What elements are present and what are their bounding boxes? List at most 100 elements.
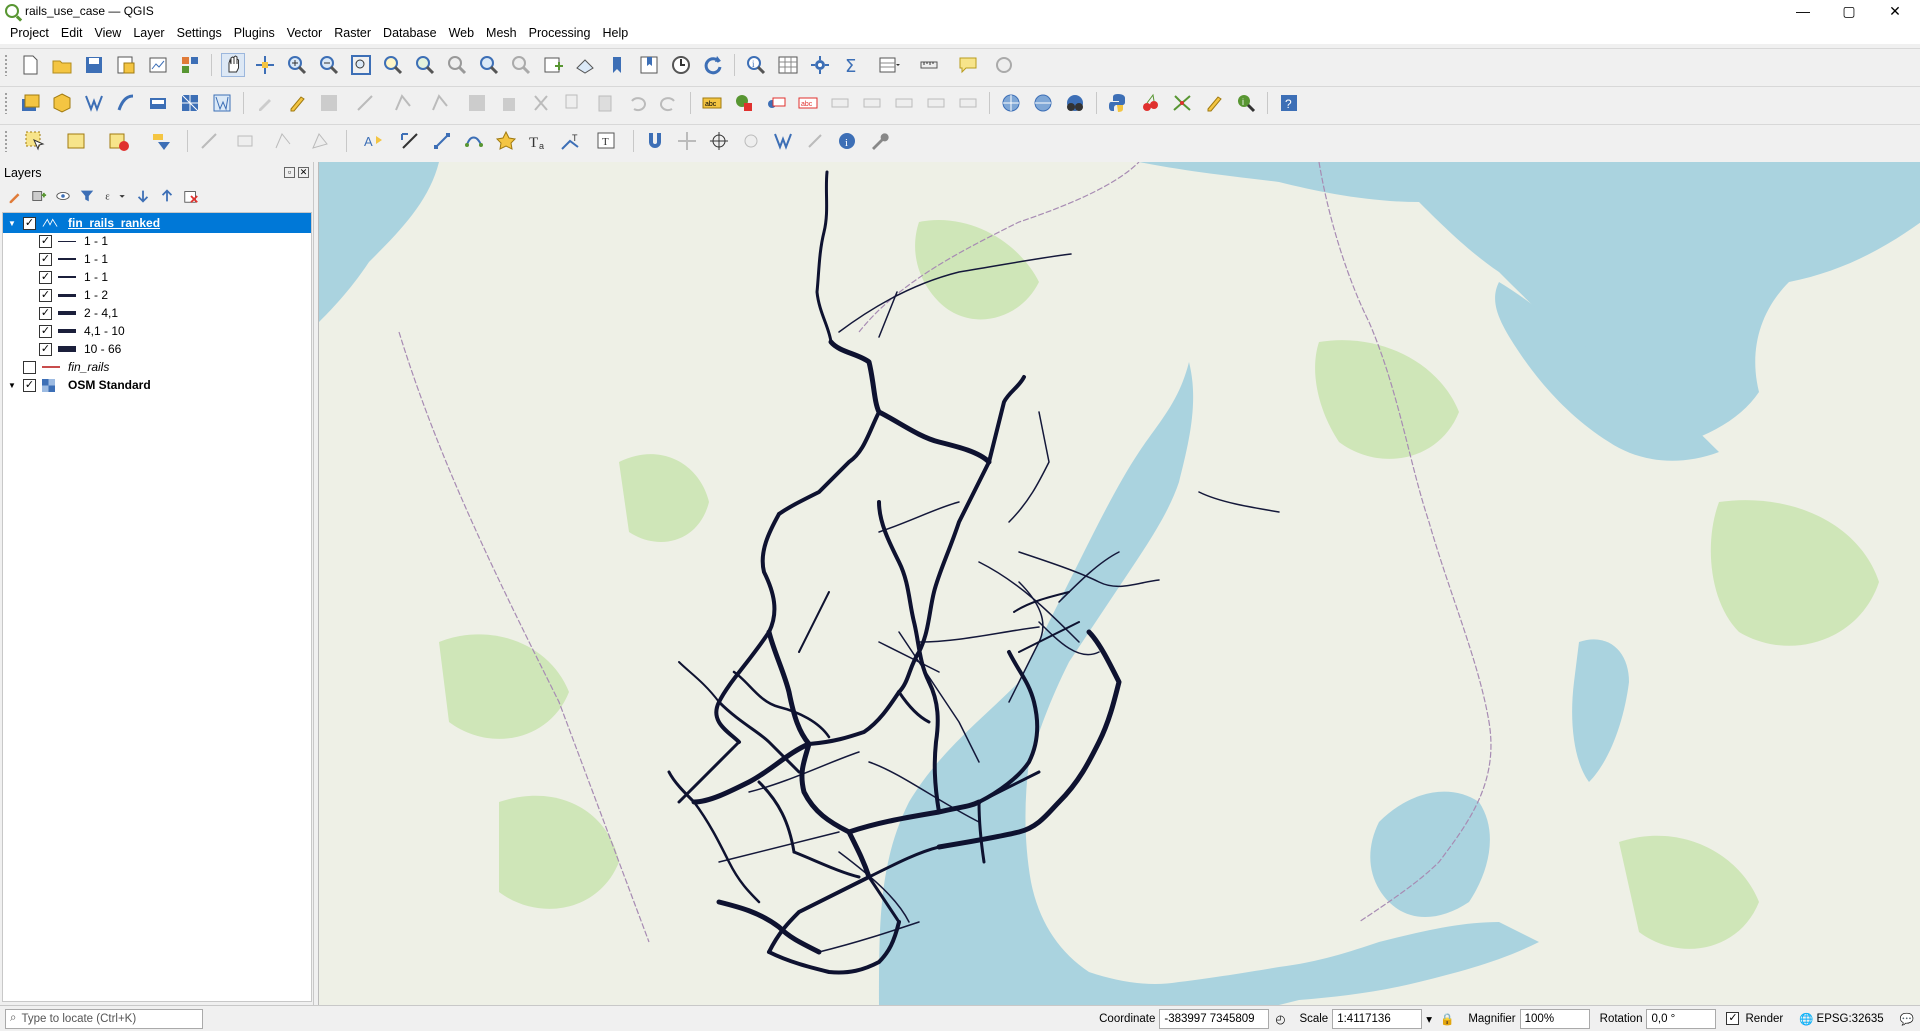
menu-web[interactable]: Web [443,26,480,40]
identify-features-icon[interactable]: i [744,53,768,77]
adv-simplify-icon[interactable] [271,129,295,153]
snapping-icon[interactable] [643,129,667,153]
change-label-icon[interactable] [956,91,980,115]
adv-node-icon[interactable] [739,129,763,153]
remove-layer-icon[interactable] [182,187,200,205]
select-location-icon[interactable] [144,129,178,153]
layer-osm-standard[interactable]: ▼ ✓ OSM Standard [3,375,311,395]
toggle-extents-icon[interactable]: ◴ [1275,1012,1285,1026]
adv-rotate-icon[interactable] [229,129,263,153]
style-manager-icon[interactable] [178,53,202,77]
pan-to-selection-icon[interactable] [253,53,277,77]
legend-class-item[interactable]: ✓ 2 - 4,1 [3,303,311,323]
save-project-icon[interactable] [82,53,106,77]
plugin-search-icon[interactable]: i [1234,91,1258,115]
layer-styling-icon[interactable] [6,187,24,205]
adv-digitize-icon[interactable] [197,129,221,153]
add-wfs-layer-icon[interactable] [1031,91,1055,115]
open-field-calculator-icon[interactable] [872,53,906,77]
adv-reshape-icon[interactable] [303,129,337,153]
add-polygon-icon[interactable] [462,129,486,153]
select-features-icon[interactable] [18,129,52,153]
layer-labeling-icon[interactable]: abc [700,91,724,115]
layer-visibility-checkbox[interactable]: ✓ [23,378,36,392]
delete-selected-icon[interactable] [497,91,521,115]
legend-class-item[interactable]: ✓ 10 - 66 [3,339,311,359]
add-group-icon[interactable] [30,187,48,205]
class-visibility-checkbox[interactable]: ✓ [39,306,52,320]
menu-raster[interactable]: Raster [328,26,377,40]
digitize-icon[interactable] [349,91,383,115]
new-print-layout-icon[interactable] [114,53,138,77]
menu-layer[interactable]: Layer [127,26,170,40]
legend-class-item[interactable]: ✓ 1 - 1 [3,249,311,269]
new-shapefile-layer-icon[interactable] [82,91,106,115]
new-spatialite-layer-icon[interactable] [114,91,138,115]
layout-manager-icon[interactable] [146,53,170,77]
settings-wrench-icon[interactable] [867,129,891,153]
legend-class-item[interactable]: ✓ 1 - 1 [3,267,311,287]
new-bookmark-icon[interactable] [605,53,629,77]
plugin-pen-icon[interactable] [1202,91,1226,115]
toolbar-handle[interactable] [4,53,8,76]
zoom-native-icon[interactable] [445,53,469,77]
lock-scale-icon[interactable]: 🔒 [1440,1012,1454,1026]
menu-plugins[interactable]: Plugins [228,26,281,40]
metasearch-icon[interactable] [1063,91,1087,115]
redo-icon[interactable] [657,91,681,115]
class-visibility-checkbox[interactable]: ✓ [39,252,52,266]
open-project-icon[interactable] [50,53,74,77]
text-annotation-icon[interactable]: T [590,129,624,153]
pin-labels-icon[interactable] [828,91,852,115]
zoom-full-icon[interactable] [349,53,373,77]
new-3d-view-icon[interactable] [573,53,597,77]
toggle-labels-icon[interactable]: abc [796,91,820,115]
menu-settings[interactable]: Settings [171,26,228,40]
menu-edit[interactable]: Edit [55,26,89,40]
adv-vertex-icon[interactable] [771,129,795,153]
scale-dropdown-icon[interactable]: ▾ [1426,1012,1432,1026]
class-visibility-checkbox[interactable]: ✓ [39,234,52,248]
modify-attributes-icon[interactable] [423,91,457,115]
layer-diagram-icon[interactable] [732,91,756,115]
zoom-to-layer-icon[interactable] [413,53,437,77]
refresh-icon[interactable] [701,53,725,77]
new-virtual-layer-icon[interactable] [146,91,170,115]
layer-fin-rails-ranked[interactable]: ▼ ✓ fin_rails_ranked [3,213,311,233]
collapse-all-icon[interactable] [158,187,176,205]
toggle-editing-icon[interactable] [285,91,309,115]
pan-map-icon[interactable] [221,52,245,77]
collapse-arrow-icon[interactable]: ▼ [7,219,17,228]
layer-visibility-checkbox[interactable] [23,360,36,374]
close-button[interactable]: ✕ [1872,0,1918,22]
new-geopackage-layer-icon[interactable] [50,91,74,115]
highlight-pinned-labels-icon[interactable] [764,91,788,115]
cut-features-icon[interactable] [529,91,553,115]
undock-panel-icon[interactable]: ▫ [284,167,295,178]
layer-visibility-checkbox[interactable]: ✓ [23,216,36,230]
zoom-last-icon[interactable] [477,53,501,77]
open-attribute-table-icon[interactable] [776,53,800,77]
map-tips-icon[interactable] [956,53,980,77]
new-mesh-layer-icon[interactable] [178,91,202,115]
add-circle-icon[interactable] [430,129,454,153]
undo-icon[interactable] [625,91,649,115]
help-contents-icon[interactable]: ? [1277,91,1301,115]
magnifier-field[interactable]: 100% [1519,1008,1590,1029]
identify-info-icon[interactable]: i [835,129,859,153]
select-by-value-icon[interactable] [60,129,94,153]
python-console-icon[interactable] [1106,91,1130,115]
save-layer-edits-icon[interactable] [317,91,341,115]
maximize-button[interactable]: ▢ [1826,0,1872,22]
class-visibility-checkbox[interactable]: ✓ [39,270,52,284]
show-hide-labels-icon[interactable] [860,91,884,115]
plugin-network-icon[interactable] [1170,91,1194,115]
toolbox-icon[interactable] [808,53,832,77]
zoom-next-icon[interactable] [509,53,533,77]
move-to-center-icon[interactable] [675,129,699,153]
new-map-view-icon[interactable] [541,53,565,77]
zoom-out-icon[interactable] [317,53,341,77]
menu-processing[interactable]: Processing [523,26,597,40]
minimize-button[interactable]: — [1780,0,1826,22]
zoom-in-icon[interactable] [285,53,309,77]
